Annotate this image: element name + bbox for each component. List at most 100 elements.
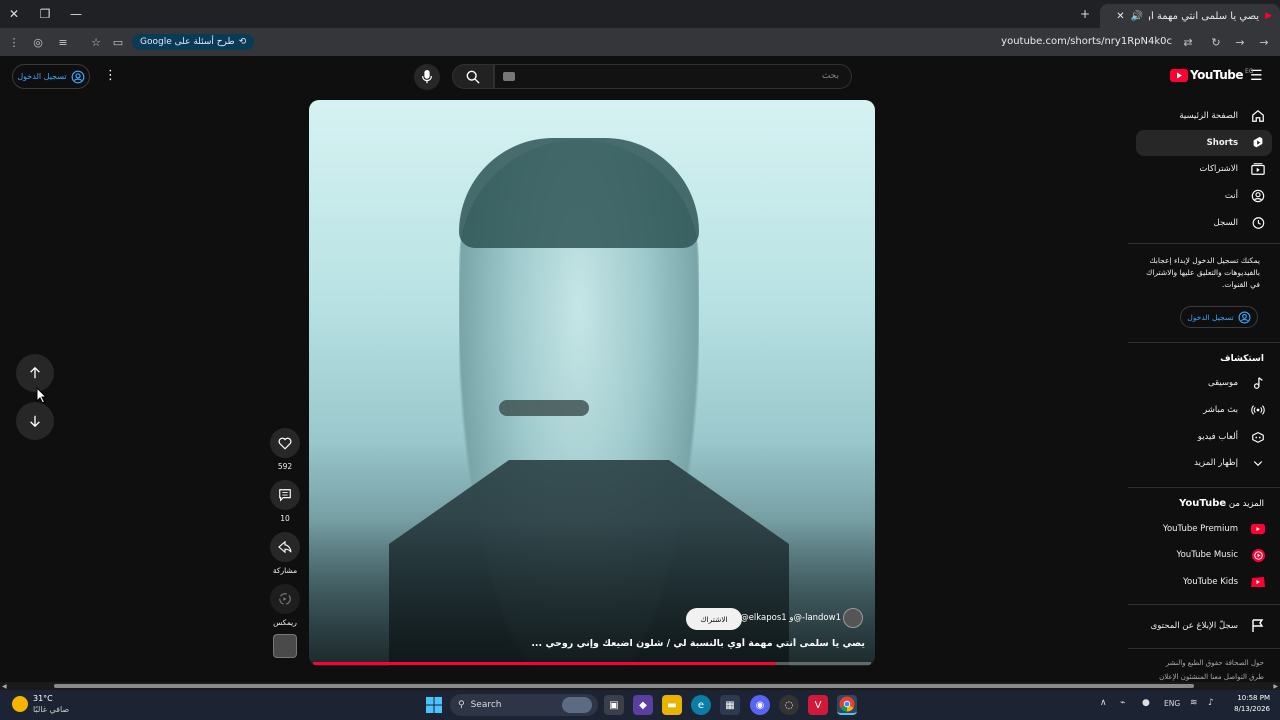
clock-date[interactable]: 8/13/2026 (1222, 705, 1270, 713)
voice-search-button[interactable] (414, 64, 440, 90)
back-icon[interactable]: → (1256, 34, 1272, 50)
ask-google-icon: ⟲ (238, 37, 247, 47)
sidebar-item-history[interactable]: السجل (1136, 210, 1272, 236)
new-tab-icon[interactable]: + (1075, 4, 1095, 24)
next-short-button[interactable] (16, 402, 54, 440)
sound-thumbnail[interactable] (273, 634, 297, 658)
tab-title: يصي يا سلمى أنتي مهمة أوي (1149, 10, 1260, 22)
video-progress-track[interactable] (313, 662, 871, 665)
reading-list-icon[interactable]: ≡ (55, 34, 71, 50)
sidebar-item-you[interactable]: أنت (1136, 183, 1272, 209)
like-button[interactable] (270, 428, 300, 458)
clock-time[interactable]: 10:58 PM (1222, 694, 1270, 702)
minimize-window-icon[interactable]: — (66, 4, 86, 24)
browser-tab[interactable]: ▶ يصي يا سلمى أنتي مهمة أوي 🔊 ✕ (1100, 4, 1280, 28)
channel-name[interactable]: @elkapos1 و@-landow1 (739, 613, 841, 623)
sidebar-item-label: Shorts (1206, 138, 1238, 148)
search-input[interactable]: بحث (494, 64, 852, 89)
ask-google-chip[interactable]: ⟲ طرح أسئلة على Google (132, 34, 255, 50)
sidebar-item-label: أنت (1224, 191, 1238, 201)
sidebar-item-label: الاشتراكات (1199, 164, 1238, 174)
sidebar-item-label: YouTube Premium (1162, 524, 1238, 534)
horizontal-scrollbar[interactable]: ◀ ▶ (0, 682, 1280, 690)
sidebar-item-gaming[interactable]: ألعاب فيديو (1136, 424, 1272, 450)
scroll-right-icon[interactable]: ▶ (1273, 683, 1278, 690)
site-settings-icon[interactable]: ⇄ (1180, 34, 1196, 50)
remix-button[interactable] (270, 584, 300, 614)
sidebar-show-more[interactable]: إظهار المزيد (1136, 450, 1272, 476)
restore-window-icon[interactable]: ❐ (35, 4, 55, 24)
youtube-kids-icon (1250, 574, 1266, 590)
tab-close-icon[interactable]: ✕ (1116, 11, 1124, 22)
sidebar-signin-label: تسجيل الدخول (1187, 312, 1234, 322)
wifi-icon[interactable]: ≋ (1190, 698, 1198, 708)
signin-button[interactable]: تسجيل الدخول (12, 64, 90, 89)
ask-google-label: طرح أسئلة على Google (140, 37, 235, 47)
footer-links-2[interactable]: طرق التواصل معنا المنشئون الإعلان (1140, 673, 1264, 681)
bookmark-star-icon[interactable]: ☆ (88, 34, 104, 50)
youtube-logo[interactable]: YouTube EG (1170, 68, 1253, 82)
sidebar-item-youtube-premium[interactable]: YouTube Premium (1136, 516, 1272, 542)
short-video-player[interactable]: الاشتراك @elkapos1 و@-landow1 يصي يا سلم… (309, 100, 875, 666)
microsoft-store-icon[interactable]: ▦ (720, 695, 740, 715)
sidebar-item-music[interactable]: موسيقى (1136, 370, 1272, 396)
weather-temp[interactable]: 31°C (33, 694, 53, 703)
sidebar-item-youtube-music[interactable]: YouTube Music (1136, 542, 1272, 568)
forward-icon[interactable]: → (1232, 34, 1248, 50)
account-icon (71, 70, 85, 83)
lens-icon[interactable]: ◎ (30, 34, 46, 50)
account-icon (1238, 311, 1251, 323)
arrow-down-icon (30, 415, 40, 428)
close-window-icon[interactable]: ✕ (4, 4, 24, 24)
app-icon[interactable]: ◌ (779, 695, 799, 715)
scrollbar-thumb[interactable] (54, 684, 1194, 688)
gaming-icon (1250, 429, 1266, 445)
discord-icon[interactable]: ◉ (750, 695, 770, 715)
search-placeholder: بحث (821, 71, 839, 81)
menu-icon[interactable]: ⋮ (6, 34, 22, 50)
chrome-icon[interactable] (837, 695, 857, 715)
sidebar-signin-button[interactable]: تسجيل الدخول (1180, 306, 1258, 328)
network-off-icon[interactable]: ⌁ (1120, 698, 1125, 708)
youtube-page: تسجيل الدخول ⋮ بحث ☰ YouTube EG الصفحة ا… (0, 56, 1280, 682)
task-view-icon[interactable]: ▣ (604, 695, 624, 715)
sidebar-item-label: سجلّ الإبلاغ عن المحتوى (1150, 621, 1238, 631)
signin-prompt-text: يمكنك تسجيل الدخول لإبداء إعجابك بالفيدي… (1146, 256, 1260, 289)
share-button[interactable] (270, 532, 300, 562)
reload-icon[interactable]: ↻ (1208, 34, 1224, 50)
country-code: EG (1245, 67, 1254, 75)
comment-icon (279, 489, 291, 502)
sidebar-item-shorts[interactable]: Shorts (1136, 130, 1272, 156)
taskbar-search[interactable]: ⚲ Search (450, 694, 598, 716)
channel-avatar[interactable] (843, 608, 863, 628)
footer-links-1[interactable]: حول الصحافة حقوق الطبع والنشر (1140, 659, 1264, 667)
divider (1128, 604, 1280, 605)
previous-short-button[interactable] (16, 354, 54, 392)
sidebar-item-subscriptions[interactable]: الاشتراكات (1136, 156, 1272, 182)
keyboard-icon[interactable] (503, 72, 515, 81)
sidebar-item-youtube-kids[interactable]: YouTube Kids (1136, 569, 1272, 595)
weather-desc[interactable]: صافي غالبًا (33, 705, 69, 714)
scroll-left-icon[interactable]: ◀ (2, 683, 7, 690)
sidebar-item-report-history[interactable]: سجلّ الإبلاغ عن المحتوى (1136, 613, 1272, 639)
sidebar-item-live[interactable]: بث مباشر (1136, 397, 1272, 423)
comments-button[interactable] (270, 480, 300, 510)
microphone-tray-icon[interactable]: ● (1142, 698, 1150, 708)
flag-icon (1250, 618, 1266, 634)
volume-icon[interactable]: ♪ (1208, 698, 1214, 708)
language-indicator[interactable]: ENG (1164, 699, 1180, 708)
copilot-icon[interactable]: ◆ (633, 695, 653, 715)
vivaldi-icon[interactable]: V (808, 695, 828, 715)
remix-label: ريمكس (273, 618, 297, 627)
sidebar-item-home[interactable]: الصفحة الرئيسية (1136, 103, 1272, 129)
file-explorer-icon[interactable]: ▬ (662, 695, 682, 715)
search-icon (466, 70, 480, 84)
search-button[interactable] (452, 64, 494, 89)
subscribe-button[interactable]: الاشتراك (686, 608, 742, 630)
tray-overflow-icon[interactable]: ∧ (1100, 698, 1107, 708)
windows-start-icon[interactable] (424, 695, 444, 715)
address-bar[interactable]: youtube.com/shorts/nry1RpN4k0c (1001, 36, 1172, 47)
more-options-icon[interactable]: ⋮ (104, 68, 117, 83)
cast-icon[interactable]: ▭ (110, 34, 126, 50)
edge-icon[interactable]: e (691, 695, 711, 715)
